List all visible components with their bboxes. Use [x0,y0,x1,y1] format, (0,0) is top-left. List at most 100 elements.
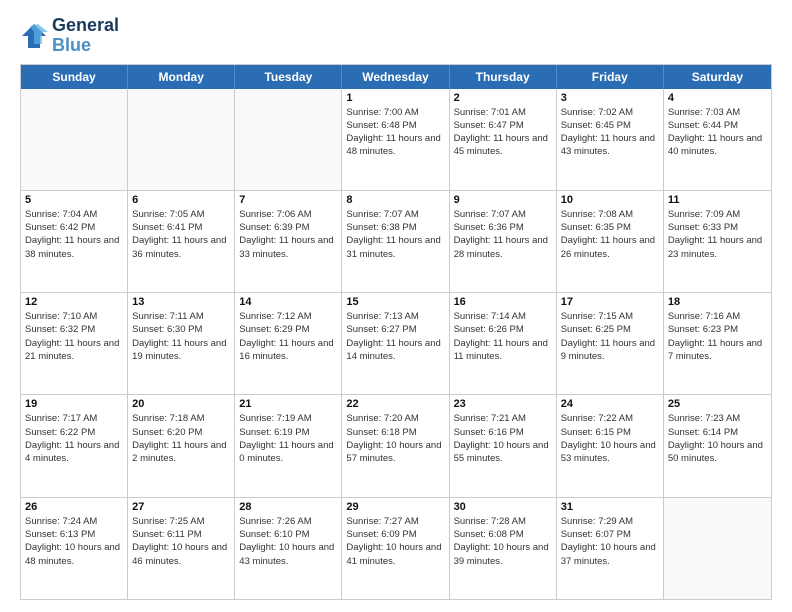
day-number: 4 [668,92,767,104]
day-cell: 7 Sunrise: 7:06 AMSunset: 6:39 PMDaylight… [235,191,342,292]
day-info: Sunrise: 7:20 AMSunset: 6:18 PMDaylight:… [346,412,444,465]
day-cell: 5 Sunrise: 7:04 AMSunset: 6:42 PMDaylight… [21,191,128,292]
day-number: 12 [25,296,123,308]
day-cell: 11Sunrise: 7:09 AMSunset: 6:33 PMDayligh… [664,191,771,292]
day-info: Sunrise: 7:22 AMSunset: 6:15 PMDaylight:… [561,412,659,465]
day-number: 20 [132,398,230,410]
day-info: Sunrise: 7:03 AMSunset: 6:44 PMDaylight:… [668,106,767,159]
day-number: 27 [132,501,230,513]
day-info: Sunrise: 7:21 AMSunset: 6:16 PMDaylight:… [454,412,552,465]
day-cell: 23 Sunrise: 7:21 AMSunset: 6:16 PMDayligh… [450,395,557,496]
day-number: 17 [561,296,659,308]
day-cell: 20 Sunrise: 7:18 AMSunset: 6:20 PMDayligh… [128,395,235,496]
day-info: Sunrise: 7:14 AMSunset: 6:26 PMDaylight:… [454,310,552,363]
header: General Blue [20,16,772,56]
day-cell: 10 Sunrise: 7:08 AMSunset: 6:35 PMDayligh… [557,191,664,292]
page: General Blue SundayMondayTuesdayWednesda… [0,0,792,612]
day-cell: 6 Sunrise: 7:05 AMSunset: 6:41 PMDaylight… [128,191,235,292]
day-cell: 19 Sunrise: 7:17 AMSunset: 6:22 PMDayligh… [21,395,128,496]
day-cell [21,89,128,190]
logo-icon [20,22,48,50]
day-cell: 18Sunrise: 7:16 AMSunset: 6:23 PMDayligh… [664,293,771,394]
day-cell: 14Sunrise: 7:12 AMSunset: 6:29 PMDayligh… [235,293,342,394]
day-info: Sunrise: 7:11 AMSunset: 6:30 PMDaylight:… [132,310,230,363]
day-number: 9 [454,194,552,206]
day-header-monday: Monday [128,65,235,89]
day-header-sunday: Sunday [21,65,128,89]
day-cell: 29Sunrise: 7:27 AMSunset: 6:09 PMDayligh… [342,498,449,599]
day-header-friday: Friday [557,65,664,89]
day-number: 7 [239,194,337,206]
day-number: 24 [561,398,659,410]
day-info: Sunrise: 7:15 AMSunset: 6:25 PMDaylight:… [561,310,659,363]
logo-text: General Blue [52,16,119,56]
day-number: 8 [346,194,444,206]
week-row-5: 26 Sunrise: 7:24 AMSunset: 6:13 PMDayligh… [21,498,771,599]
week-row-1: 1 Sunrise: 7:00 AMSunset: 6:48 PMDaylight… [21,89,771,191]
week-row-2: 5 Sunrise: 7:04 AMSunset: 6:42 PMDaylight… [21,191,771,293]
day-info: Sunrise: 7:07 AMSunset: 6:38 PMDaylight:… [346,208,444,261]
day-cell: 16 Sunrise: 7:14 AMSunset: 6:26 PMDayligh… [450,293,557,394]
day-number: 19 [25,398,123,410]
day-info: Sunrise: 7:24 AMSunset: 6:13 PMDaylight:… [25,515,123,568]
day-info: Sunrise: 7:23 AMSunset: 6:14 PMDaylight:… [668,412,767,465]
day-cell: 8 Sunrise: 7:07 AMSunset: 6:38 PMDaylight… [342,191,449,292]
day-number: 25 [668,398,767,410]
day-info: Sunrise: 7:26 AMSunset: 6:10 PMDaylight:… [239,515,337,568]
day-info: Sunrise: 7:27 AMSunset: 6:09 PMDaylight:… [346,515,444,568]
day-cell: 17 Sunrise: 7:15 AMSunset: 6:25 PMDayligh… [557,293,664,394]
day-cell: 27 Sunrise: 7:25 AMSunset: 6:11 PMDayligh… [128,498,235,599]
day-cell: 28 Sunrise: 7:26 AMSunset: 6:10 PMDayligh… [235,498,342,599]
day-info: Sunrise: 7:25 AMSunset: 6:11 PMDaylight:… [132,515,230,568]
day-info: Sunrise: 7:29 AMSunset: 6:07 PMDaylight:… [561,515,659,568]
day-header-wednesday: Wednesday [342,65,449,89]
day-cell: 26 Sunrise: 7:24 AMSunset: 6:13 PMDayligh… [21,498,128,599]
day-cell: 4 Sunrise: 7:03 AMSunset: 6:44 PMDaylight… [664,89,771,190]
day-info: Sunrise: 7:00 AMSunset: 6:48 PMDaylight:… [346,106,444,159]
day-cell: 9 Sunrise: 7:07 AMSunset: 6:36 PMDaylight… [450,191,557,292]
week-row-4: 19 Sunrise: 7:17 AMSunset: 6:22 PMDayligh… [21,395,771,497]
day-number: 30 [454,501,552,513]
calendar: SundayMondayTuesdayWednesdayThursdayFrid… [20,64,772,600]
day-number: 10 [561,194,659,206]
day-number: 23 [454,398,552,410]
day-cell: 21Sunrise: 7:19 AMSunset: 6:19 PMDayligh… [235,395,342,496]
day-header-saturday: Saturday [664,65,771,89]
day-cell [235,89,342,190]
day-cell: 31 Sunrise: 7:29 AMSunset: 6:07 PMDayligh… [557,498,664,599]
day-info: Sunrise: 7:05 AMSunset: 6:41 PMDaylight:… [132,208,230,261]
week-row-3: 12 Sunrise: 7:10 AMSunset: 6:32 PMDayligh… [21,293,771,395]
day-info: Sunrise: 7:07 AMSunset: 6:36 PMDaylight:… [454,208,552,261]
day-cell: 15Sunrise: 7:13 AMSunset: 6:27 PMDayligh… [342,293,449,394]
day-info: Sunrise: 7:02 AMSunset: 6:45 PMDaylight:… [561,106,659,159]
day-number: 15 [346,296,444,308]
day-number: 16 [454,296,552,308]
day-cell: 12 Sunrise: 7:10 AMSunset: 6:32 PMDayligh… [21,293,128,394]
day-info: Sunrise: 7:28 AMSunset: 6:08 PMDaylight:… [454,515,552,568]
day-number: 13 [132,296,230,308]
day-info: Sunrise: 7:08 AMSunset: 6:35 PMDaylight:… [561,208,659,261]
day-header-tuesday: Tuesday [235,65,342,89]
day-info: Sunrise: 7:10 AMSunset: 6:32 PMDaylight:… [25,310,123,363]
day-number: 28 [239,501,337,513]
day-cell: 13 Sunrise: 7:11 AMSunset: 6:30 PMDayligh… [128,293,235,394]
day-number: 31 [561,501,659,513]
day-number: 6 [132,194,230,206]
day-number: 1 [346,92,444,104]
day-headers: SundayMondayTuesdayWednesdayThursdayFrid… [21,65,771,89]
day-cell: 1 Sunrise: 7:00 AMSunset: 6:48 PMDaylight… [342,89,449,190]
day-cell: 24 Sunrise: 7:22 AMSunset: 6:15 PMDayligh… [557,395,664,496]
logo: General Blue [20,16,119,56]
day-number: 2 [454,92,552,104]
day-info: Sunrise: 7:18 AMSunset: 6:20 PMDaylight:… [132,412,230,465]
day-number: 5 [25,194,123,206]
day-info: Sunrise: 7:04 AMSunset: 6:42 PMDaylight:… [25,208,123,261]
day-info: Sunrise: 7:12 AMSunset: 6:29 PMDaylight:… [239,310,337,363]
calendar-body: 1 Sunrise: 7:00 AMSunset: 6:48 PMDaylight… [21,89,771,599]
day-info: Sunrise: 7:17 AMSunset: 6:22 PMDaylight:… [25,412,123,465]
day-info: Sunrise: 7:06 AMSunset: 6:39 PMDaylight:… [239,208,337,261]
day-number: 26 [25,501,123,513]
day-number: 3 [561,92,659,104]
day-header-thursday: Thursday [450,65,557,89]
day-info: Sunrise: 7:09 AMSunset: 6:33 PMDaylight:… [668,208,767,261]
